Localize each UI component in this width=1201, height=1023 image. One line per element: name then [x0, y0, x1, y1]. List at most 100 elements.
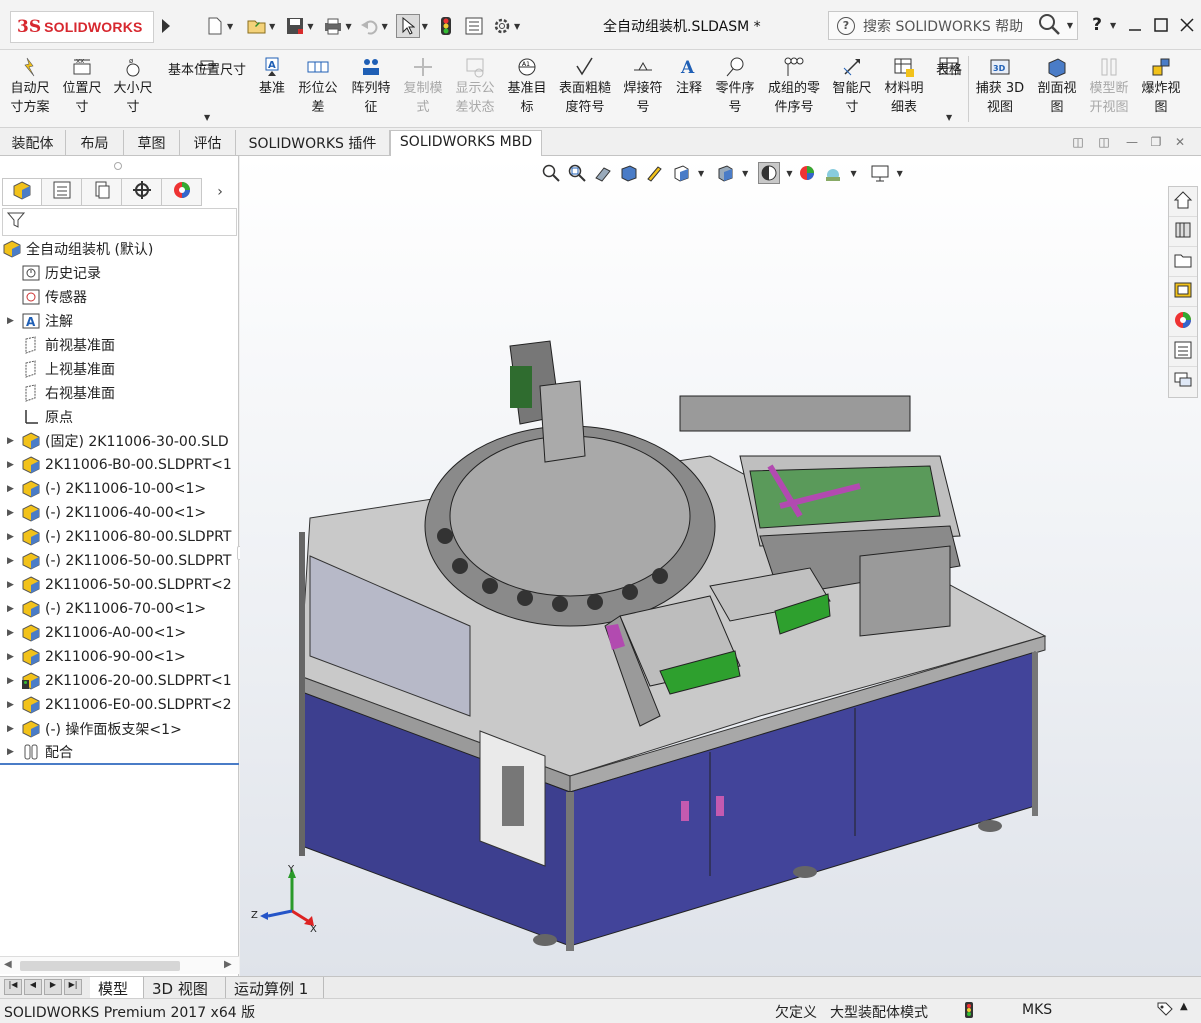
surface-finish-button[interactable]: 表面粗糙 度符号	[554, 56, 616, 117]
location-dimension-button[interactable]: xx 位置尺 寸	[58, 56, 106, 117]
collapse-left-icon[interactable]: ◫	[1070, 134, 1086, 150]
unit-system[interactable]: MKS	[1022, 1002, 1052, 1018]
search-box[interactable]: ? 搜索 SOLIDWORKS 帮助 ▼	[828, 11, 1078, 40]
collapse-right-icon[interactable]: ◫	[1096, 134, 1112, 150]
expand-icon[interactable]: ▶	[7, 628, 14, 638]
stacked-balloon-button[interactable]: 成组的零 件序号	[762, 56, 826, 117]
open-icon[interactable]	[247, 16, 267, 36]
chevron-down-icon[interactable]: ▼	[422, 22, 428, 31]
appearances-tab[interactable]	[1169, 307, 1197, 337]
search-icon[interactable]	[1037, 12, 1061, 40]
menu-expand-icon[interactable]	[160, 16, 172, 36]
select-icon[interactable]	[395, 14, 420, 38]
scroll-left-icon[interactable]: ◀	[4, 959, 12, 970]
assembly-model[interactable]	[240, 156, 1201, 976]
expand-icon[interactable]: ▶	[7, 532, 14, 542]
chevron-up-icon[interactable]: ▲	[1180, 1001, 1188, 1012]
chevron-down-icon[interactable]: ▼	[1110, 21, 1116, 30]
capture-3d-view-button[interactable]: 3D 捕获 3D 视图	[972, 56, 1028, 117]
last-tab-icon[interactable]: ▶|	[64, 979, 82, 995]
tab-sketch[interactable]: 草图	[124, 130, 180, 156]
save-icon[interactable]	[285, 16, 305, 36]
chevron-down-icon[interactable]: ▼	[269, 22, 275, 31]
minimize-button[interactable]	[1122, 12, 1148, 38]
tab-configuration-manager[interactable]	[82, 178, 122, 206]
geometric-tolerance-button[interactable]: 形位公 差	[292, 56, 344, 117]
tree-item-component[interactable]: ▶ 2K11006-E0-00.SLDPRT<2	[0, 693, 239, 717]
expand-icon[interactable]: ▶	[7, 652, 14, 662]
copy-scheme-button[interactable]: 复制模 式	[398, 56, 448, 117]
smart-dimension-button[interactable]: 智能尺 寸	[828, 56, 876, 117]
tab-layout[interactable]: 布局	[66, 130, 124, 156]
forum-tab[interactable]	[1169, 367, 1197, 397]
chevron-down-icon[interactable]: ▼	[382, 22, 388, 31]
expand-icon[interactable]: ▶	[7, 484, 14, 494]
doc-minimize-button[interactable]: —	[1124, 134, 1140, 150]
doc-restore-button[interactable]: ❐	[1148, 134, 1164, 150]
size-dimension-button[interactable]: ø 大小尺 寸	[108, 56, 158, 117]
tree-item-top-plane[interactable]: 上视基准面	[0, 357, 239, 381]
tab-model[interactable]: 模型	[90, 977, 144, 998]
tolerance-status-button[interactable]: 显示公 差状态	[450, 56, 500, 117]
tab-3d-views[interactable]: 3D 视图	[144, 977, 226, 998]
tags-icon[interactable]	[1156, 1001, 1174, 1021]
undo-icon[interactable]	[360, 16, 380, 36]
chevron-down-icon[interactable]: ▼	[1067, 21, 1073, 30]
model-break-view-button[interactable]: 模型断 开视图	[1084, 56, 1134, 117]
rebuild-icon[interactable]	[436, 16, 456, 36]
tab-evaluate[interactable]: 评估	[180, 130, 236, 156]
tree-item-component[interactable]: ▶ 2K11006-B0-00.SLDPRT<1	[0, 453, 239, 477]
solidworks-logo[interactable]: 3S SOLIDWORKS	[10, 11, 154, 43]
pattern-feature-button[interactable]: 阵列特 征	[346, 56, 396, 117]
file-explorer-tab[interactable]	[1169, 247, 1197, 277]
panel-grip-icon[interactable]	[114, 162, 122, 170]
tree-item-mates[interactable]: ▶ 配合	[0, 741, 239, 765]
expand-icon[interactable]: ▶	[7, 316, 14, 326]
close-button[interactable]	[1174, 12, 1200, 38]
horizontal-scrollbar[interactable]: ◀ ▶	[0, 956, 239, 974]
tab-display-manager[interactable]	[162, 178, 202, 206]
tree-item-history[interactable]: 历史记录	[0, 261, 239, 285]
tree-root[interactable]: 全自动组装机 (默认)	[0, 237, 239, 261]
view-palette-tab[interactable]	[1169, 277, 1197, 307]
expand-icon[interactable]: ▶	[7, 604, 14, 614]
tree-item-sensors[interactable]: 传感器	[0, 285, 239, 309]
file-properties-icon[interactable]	[464, 16, 484, 36]
chevron-down-icon[interactable]: ▼	[946, 108, 952, 127]
search-input[interactable]: 搜索 SOLIDWORKS 帮助	[863, 16, 1037, 36]
first-tab-icon[interactable]: |◀	[4, 979, 22, 995]
design-library-tab[interactable]	[1169, 217, 1197, 247]
new-icon[interactable]	[205, 16, 225, 36]
tree-item-component[interactable]: ▶ (-) 2K11006-10-00<1>	[0, 477, 239, 501]
expand-icon[interactable]: ▶	[7, 436, 14, 446]
table-button[interactable]: 表格 ▼	[932, 56, 966, 122]
chevron-down-icon[interactable]: ▼	[307, 22, 313, 31]
exploded-view-button[interactable]: 爆炸视 图	[1136, 56, 1186, 117]
tree-item-front-plane[interactable]: 前视基准面	[0, 333, 239, 357]
tree-filter[interactable]	[2, 208, 237, 236]
weld-symbol-button[interactable]: 焊接符 号	[618, 56, 668, 117]
help-button[interactable]: ?	[1084, 12, 1110, 38]
tab-feature-tree[interactable]	[2, 178, 42, 206]
tree-item-component[interactable]: ▶ (-) 2K11006-40-00<1>	[0, 501, 239, 525]
chevron-down-icon[interactable]: ▼	[227, 22, 233, 31]
tree-item-component[interactable]: ▶ 2K11006-90-00<1>	[0, 645, 239, 669]
tree-item-component[interactable]: ▶ (-) 操作面板支架<1>	[0, 717, 239, 741]
maximize-button[interactable]	[1148, 12, 1174, 38]
expand-icon[interactable]: ▶	[7, 747, 14, 757]
tree-item-component[interactable]: ▶ 2K11006-50-00.SLDPRT<2	[0, 573, 239, 597]
chevron-down-icon[interactable]: ▼	[514, 22, 520, 31]
expand-icon[interactable]: ▶	[7, 724, 14, 734]
custom-properties-tab[interactable]	[1169, 337, 1197, 367]
graphics-area[interactable]: ▼ ▼ ▼ ▼ ▼ Y X Z	[240, 156, 1201, 976]
scrollbar-thumb[interactable]	[20, 961, 180, 971]
tree-item-component[interactable]: ▶ 2K11006-A0-00<1>	[0, 621, 239, 645]
tree-item-component[interactable]: ▶ (-) 2K11006-80-00.SLDPRT	[0, 525, 239, 549]
tree-item-origin[interactable]: 原点	[0, 405, 239, 429]
bom-button[interactable]: 材料明 细表	[878, 56, 930, 117]
tree-item-component[interactable]: ▶ (-) 2K11006-50-00.SLDPRT	[0, 549, 239, 573]
note-button[interactable]: A 注释	[670, 56, 708, 98]
tree-item-component[interactable]: ▶ (-) 2K11006-70-00<1>	[0, 597, 239, 621]
tree-item-right-plane[interactable]: 右视基准面	[0, 381, 239, 405]
scroll-right-icon[interactable]: ▶	[224, 959, 232, 970]
